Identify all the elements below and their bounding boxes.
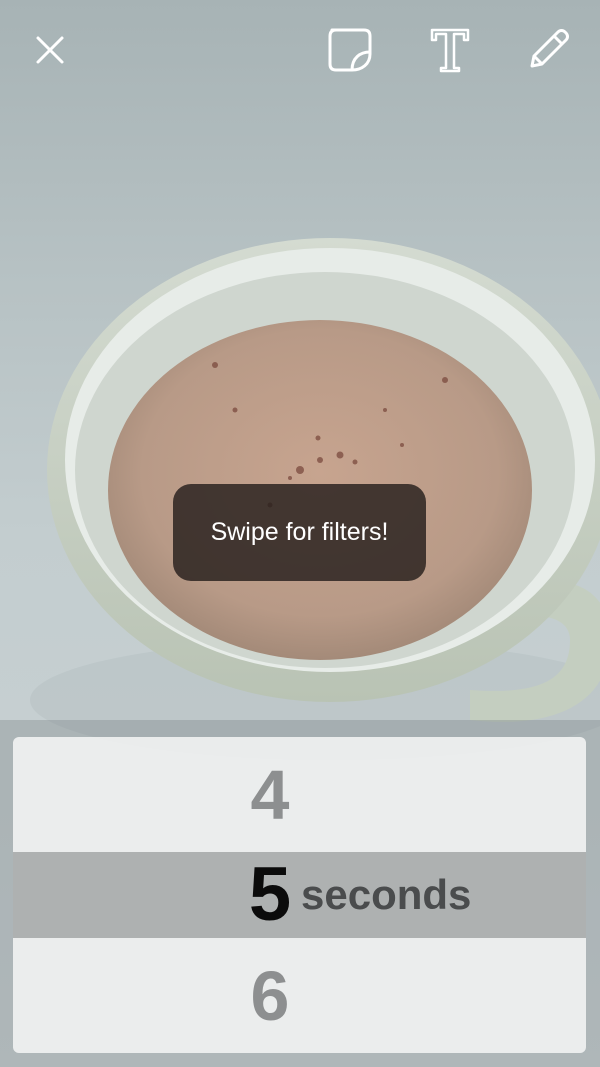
- swipe-filters-toast: Swipe for filters!: [173, 484, 426, 581]
- sticker-icon: [328, 28, 372, 72]
- timer-option-4[interactable]: 4: [13, 737, 586, 852]
- timer-option-selected[interactable]: 5 seconds: [13, 852, 586, 938]
- toast-message: Swipe for filters!: [210, 518, 389, 546]
- pencil-button[interactable]: [522, 24, 574, 76]
- timer-option-value: 6: [250, 956, 290, 1035]
- timer-unit-label: seconds: [301, 871, 472, 918]
- pencil-icon: [530, 29, 569, 68]
- text-icon: [430, 28, 470, 73]
- close-icon: [36, 36, 64, 64]
- snap-editor-screen: Swipe for filters! 4 5 seconds 6: [0, 0, 600, 1067]
- sticker-button[interactable]: [324, 24, 376, 76]
- timer-picker[interactable]: 4 5 seconds 6: [13, 737, 586, 1053]
- text-button[interactable]: [424, 24, 476, 76]
- timer-selected-value: 5: [248, 852, 292, 937]
- timer-option-value: 4: [250, 755, 290, 834]
- timer-option-6[interactable]: 6: [13, 938, 586, 1053]
- close-button[interactable]: [24, 24, 76, 76]
- editor-toolbar: [0, 0, 600, 100]
